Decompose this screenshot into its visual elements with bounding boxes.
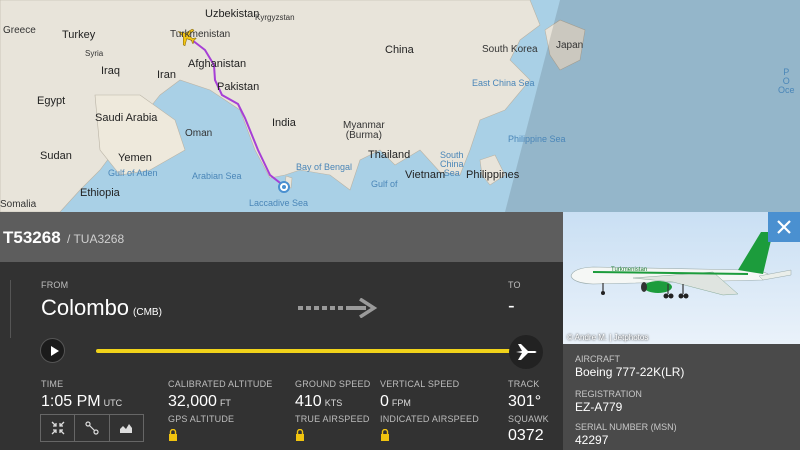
fullscreen-toggle-button[interactable] (41, 415, 76, 441)
map-label-myanmar: Myanmar (Burma) (343, 120, 385, 141)
close-button[interactable] (768, 212, 800, 242)
from-label: FROM (41, 280, 69, 290)
map-label-bay-of-bengal: Bay of Bengal (296, 162, 353, 172)
track-label: TRACK (508, 379, 540, 389)
flight-map[interactable]: Uzbekistan Kyrgyzstan Turkmenistan Greec… (0, 0, 800, 212)
map-label-gulf-of-aden: Gulf of Aden (108, 168, 158, 178)
aircraft-type-label: AIRCRAFT (575, 354, 620, 364)
vertical-speed-label: VERTICAL SPEED (380, 379, 460, 389)
map-label-yemen: Yemen (118, 152, 152, 164)
serial-number-label: SERIAL NUMBER (MSN) (575, 422, 677, 432)
map-label-kyrgyzstan: Kyrgyzstan (255, 13, 295, 22)
indicated-airspeed-lock-icon (381, 429, 389, 441)
close-icon (777, 220, 791, 234)
map-label-vietnam: Vietnam (405, 169, 446, 181)
svg-text:Turkmenistan: Turkmenistan (611, 267, 647, 273)
gps-altitude-lock-icon (169, 429, 177, 441)
map-label-somalia: Somalia (0, 199, 37, 210)
map-label-iraq: Iraq (101, 65, 120, 77)
time-label: TIME (41, 379, 64, 389)
origin-pin-icon (278, 181, 290, 193)
gps-altitude-label: GPS ALTITUDE (168, 414, 235, 424)
map-label-gulf-of: Gulf of (371, 179, 398, 189)
indicated-airspeed-label: INDICATED AIRSPEED (380, 414, 479, 424)
route-arrow-icon (298, 297, 378, 323)
progress-aircraft-icon (508, 334, 544, 370)
view-toggle-group (40, 414, 144, 442)
map-label-arabian-sea: Arabian Sea (192, 171, 242, 181)
to-airport[interactable]: - (508, 295, 515, 318)
track-value: 301° (508, 393, 542, 410)
map-label-sudan: Sudan (40, 150, 72, 162)
map-label-china: China (385, 44, 414, 56)
calibrated-altitude-value: 32,000 FT (168, 393, 231, 410)
flight-header: T53268 / TUA3268 (0, 212, 563, 262)
map-label-egypt: Egypt (37, 95, 66, 107)
map-label-oman: Oman (185, 128, 213, 139)
flight-progress-bar (96, 349, 512, 353)
route-icon (85, 421, 99, 435)
flight-callsign: T53268 (3, 228, 61, 247)
map-label-turkey: Turkey (62, 29, 96, 41)
map-label-uzbekistan: Uzbekistan (205, 8, 260, 20)
route-toggle-button[interactable] (75, 415, 110, 441)
vertical-speed-value: 0 FPM (380, 393, 411, 410)
map-label-india: India (272, 117, 296, 129)
map-label-iran: Iran (157, 69, 176, 81)
serial-number-value: 42297 (575, 433, 609, 447)
ground-speed-label: GROUND SPEED (295, 379, 371, 389)
from-airport[interactable]: Colombo (CMB) (41, 295, 162, 321)
map-label-laccadive-sea: Laccadive Sea (249, 198, 309, 208)
graph-toggle-button[interactable] (110, 415, 143, 441)
to-label: TO (508, 280, 521, 290)
map-label-south-korea: South Korea (482, 44, 538, 55)
true-airspeed-label: TRUE AIRSPEED (295, 414, 370, 424)
playback-button[interactable] (40, 338, 65, 363)
aircraft-type-value: Boeing 777-22K(LR) (575, 365, 685, 379)
map-label-syria: Syria (85, 49, 104, 58)
photo-credit[interactable]: © Andre M. | Jetphotos (567, 333, 648, 342)
map-label-philippine-sea: Philippine Sea (508, 134, 566, 144)
map-label-pacific: P O Oce (778, 67, 795, 95)
map-label-afghanistan: Afghanistan (188, 58, 247, 70)
map-label-ethiopia: Ethiopia (80, 187, 120, 199)
from-city-name: Colombo (41, 295, 130, 320)
squawk-label: SQUAWK (508, 414, 549, 424)
map-label-turkmenistan: Turkmenistan (170, 29, 231, 40)
route-divider (10, 280, 11, 338)
map-label-greece: Greece (3, 25, 36, 36)
true-airspeed-lock-icon (296, 429, 304, 441)
from-airport-code: (CMB) (133, 307, 162, 318)
map-label-saudi-arabia: Saudi Arabia (95, 112, 158, 124)
flight-info-panel: T53268 / TUA3268 FROM Colombo (CMB) TO -… (0, 212, 563, 450)
time-value: 1:05 PM UTC (41, 393, 123, 410)
airplane-photo-image: Turkmenistan (570, 232, 792, 299)
collapse-arrows-icon (51, 421, 65, 435)
map-label-philippines: Philippines (466, 169, 520, 181)
chart-icon (120, 424, 133, 433)
map-label-japan: Japan (556, 40, 584, 51)
route-section: FROM Colombo (CMB) TO - TIME 1:05 PM UTC… (0, 262, 563, 450)
registration-value: EZ-A779 (575, 400, 623, 414)
map-label-thailand: Thailand (368, 149, 411, 161)
squawk-value: 0372 (508, 427, 544, 444)
aircraft-photo[interactable]: Turkmenistan © Andre M. | Jetphotos (563, 212, 800, 344)
ground-speed-value: 410 KTS (295, 393, 343, 410)
aircraft-info-pane: Turkmenistan © Andre M. | Jetphotos AIRC… (563, 212, 800, 450)
registration-label: REGISTRATION (575, 389, 642, 399)
map-canvas (0, 0, 800, 212)
flight-icao-code: / TUA3268 (67, 232, 125, 246)
calibrated-altitude-label: CALIBRATED ALTITUDE (168, 379, 273, 389)
map-label-east-china-sea: East China Sea (472, 78, 535, 88)
map-label-pakistan: Pakistan (217, 81, 260, 93)
